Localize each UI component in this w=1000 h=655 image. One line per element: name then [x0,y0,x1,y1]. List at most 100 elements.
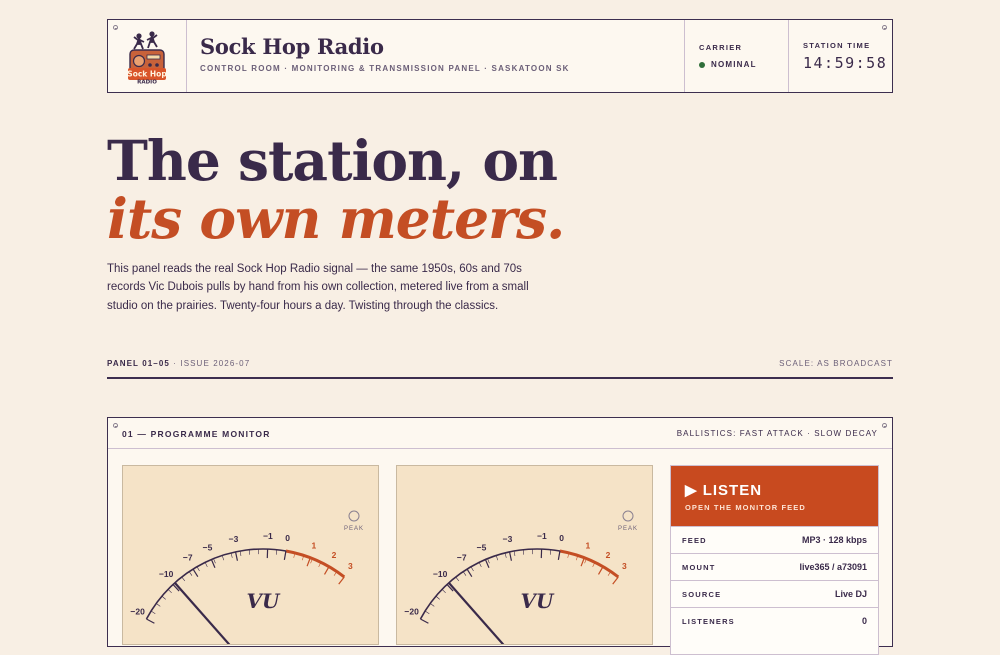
brand-name: Sock Hop Radio [200,34,570,59]
spec-value: live365 / a73091 [799,562,867,572]
vu-minor-tick [514,551,515,556]
vu-tick-label: 3 [348,561,353,571]
vu-minor-tick [189,572,192,576]
logo-cell: Sock Hop RADIO [108,20,187,92]
listen-button[interactable]: ▶ LISTEN OPEN THE MONITOR FEED [671,466,878,526]
vu-minor-tick [456,577,459,581]
status-dot-icon [699,62,705,68]
carrier-status: NOMINAL [711,60,757,69]
vu-tick-label: 2 [606,550,611,560]
vu-minor-tick [425,611,429,614]
vu-minor-tick [214,559,216,564]
vu-tick-label: −3 [229,534,239,544]
brand-block: Sock Hop Radio CONTROL ROOM · MONITORING… [200,34,570,73]
listen-card: ▶ LISTEN OPEN THE MONITOR FEED FEED MP3 … [670,465,879,655]
vu-tick-label: −20 [130,606,145,616]
vu-minor-tick [488,559,490,564]
divider-rule [107,377,893,379]
scale-note: SCALE: AS BROADCAST [779,359,893,368]
vu-minor-tick [463,572,466,576]
monitor-header: 01 — PROGRAMME MONITOR BALLISTICS: FAST … [108,418,892,449]
vu-minor-tick [182,577,185,581]
vu-minor-tick [550,550,551,555]
vu-tick-label: −20 [404,606,419,616]
vu-minor-tick [442,589,446,592]
spec-key: FEED [682,536,707,545]
peak-label: PEAK [618,526,638,532]
vu-tick-label: −5 [477,542,487,552]
carrier-cell: CARRIER NOMINAL [684,20,789,92]
vu-minor-tick [168,589,172,592]
vu-tick-label: 0 [559,533,564,543]
vu-minor-tick [436,596,440,599]
spec-row-mount: MOUNT live365 / a73091 [671,553,878,580]
vu-tick [339,577,345,584]
vu-tick [307,558,310,566]
vu-tick-label: −1 [537,531,547,541]
logo-text: RADIO [137,80,157,86]
listen-title: ▶ LISTEN [685,481,762,499]
vu-tick [193,569,198,577]
vu-tick-label: −7 [183,553,193,563]
intro-paragraph: This panel reads the real Sock Hop Radio… [107,260,537,315]
panel-issue: PANEL 01–05 · ISSUE 2026-07 [107,359,250,368]
brand-subtitle: CONTROL ROOM · MONITORING & TRANSMISSION… [200,64,570,73]
carrier-label: CARRIER [699,43,757,52]
vu-meter-left: −20−10−7−5−3−10123VUPEAK [122,465,379,645]
vu-minor-tick [162,596,166,599]
spec-value: MP3 · 128 kbps [802,535,867,545]
vu-meter-face: −20−10−7−5−3−10123VUPEAK [397,466,653,645]
station-time-value: 14:59:58 [803,54,887,72]
ballistics-note: BALLISTICS: FAST ATTACK · SLOW DECAY [677,429,878,438]
vu-tick [613,577,619,584]
vu-tick-label: 1 [312,540,317,550]
vu-needle [449,583,509,645]
logo-text: Sock Hop [127,70,167,79]
vu-tick-label: −3 [503,534,513,544]
vu-minor-tick [479,562,481,566]
spec-key: MOUNT [682,563,716,572]
panel-number: PANEL 01–05 [107,359,170,368]
spec-key: SOURCE [682,590,721,599]
peak-led-icon [349,511,359,521]
vu-minor-tick [523,550,524,555]
spec-row-feed: FEED MP3 · 128 kbps [671,526,878,553]
issue-number: · ISSUE 2026-07 [173,359,250,368]
vu-tick-label: 1 [586,540,591,550]
vu-meter-right: −20−10−7−5−3−10123VUPEAK [396,465,653,645]
vu-minor-tick [505,553,506,558]
spec-row-listeners: LISTENERS 0 [671,607,878,634]
vu-tick [236,552,238,561]
vu-tick-label: −10 [433,569,448,579]
vu-tick-label: −5 [203,542,213,552]
vu-label: VU [247,589,282,613]
vu-needle [175,583,235,645]
vu-tick-label: 2 [332,550,337,560]
vu-minor-tick [222,555,224,560]
spec-row-source: SOURCE Live DJ [671,580,878,607]
vu-tick [420,619,428,623]
sock-hop-logo[interactable]: Sock Hop RADIO [108,20,186,92]
hero-title-line2: its own meters. [107,187,564,251]
vu-tick [467,569,472,577]
vu-minor-tick [151,611,155,614]
vu-minor-tick [205,562,207,566]
vu-minor-tick [156,603,160,606]
station-time-cell: STATION TIME 14:59:58 [788,20,893,92]
vu-tick-label: −1 [263,531,273,541]
vu-tick-label: 3 [622,561,627,571]
listen-subtitle: OPEN THE MONITOR FEED [685,503,806,512]
vu-tick [581,558,584,566]
vu-minor-tick [496,555,498,560]
vu-label: VU [521,589,556,613]
vu-minor-tick [471,567,474,571]
vu-minor-tick [240,551,241,556]
vu-tick-label: −10 [159,569,174,579]
vu-meter-face: −20−10−7−5−3−10123VUPEAK [123,466,379,645]
vu-tick-label: −7 [457,553,467,563]
hero-title-line1: The station, on [107,129,557,193]
vu-minor-tick [430,603,434,606]
vu-minor-tick [231,553,232,558]
panel-meta: PANEL 01–05 · ISSUE 2026-07 SCALE: AS BR… [107,359,893,368]
station-time-label: STATION TIME [803,41,887,50]
